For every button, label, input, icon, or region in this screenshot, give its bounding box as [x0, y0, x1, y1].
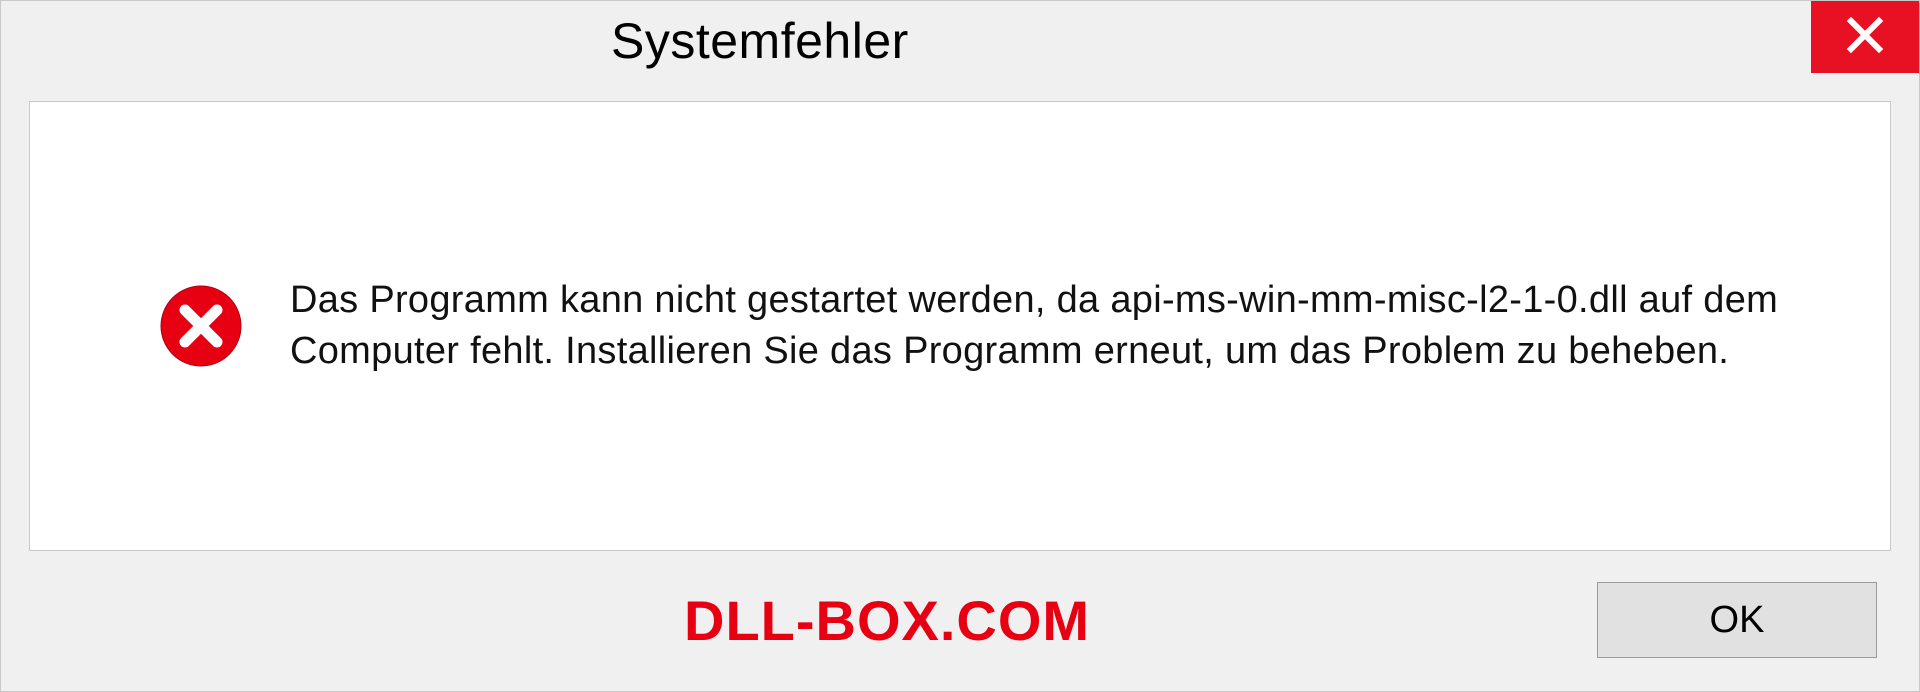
watermark-text: DLL-BOX.COM — [29, 588, 1090, 653]
dialog-footer: DLL-BOX.COM OK — [29, 565, 1891, 675]
dialog-title: Systemfehler — [611, 12, 909, 70]
error-icon — [160, 285, 242, 367]
close-icon — [1845, 15, 1885, 60]
error-dialog-window: Systemfehler Das Programm kann nicht ges… — [0, 0, 1920, 692]
error-message: Das Programm kann nicht gestartet werden… — [290, 275, 1800, 378]
ok-button[interactable]: OK — [1597, 582, 1877, 658]
content-area: Das Programm kann nicht gestartet werden… — [1, 81, 1919, 691]
message-panel: Das Programm kann nicht gestartet werden… — [29, 101, 1891, 551]
close-button[interactable] — [1811, 1, 1919, 73]
ok-button-label: OK — [1710, 599, 1765, 642]
titlebar: Systemfehler — [1, 1, 1919, 81]
